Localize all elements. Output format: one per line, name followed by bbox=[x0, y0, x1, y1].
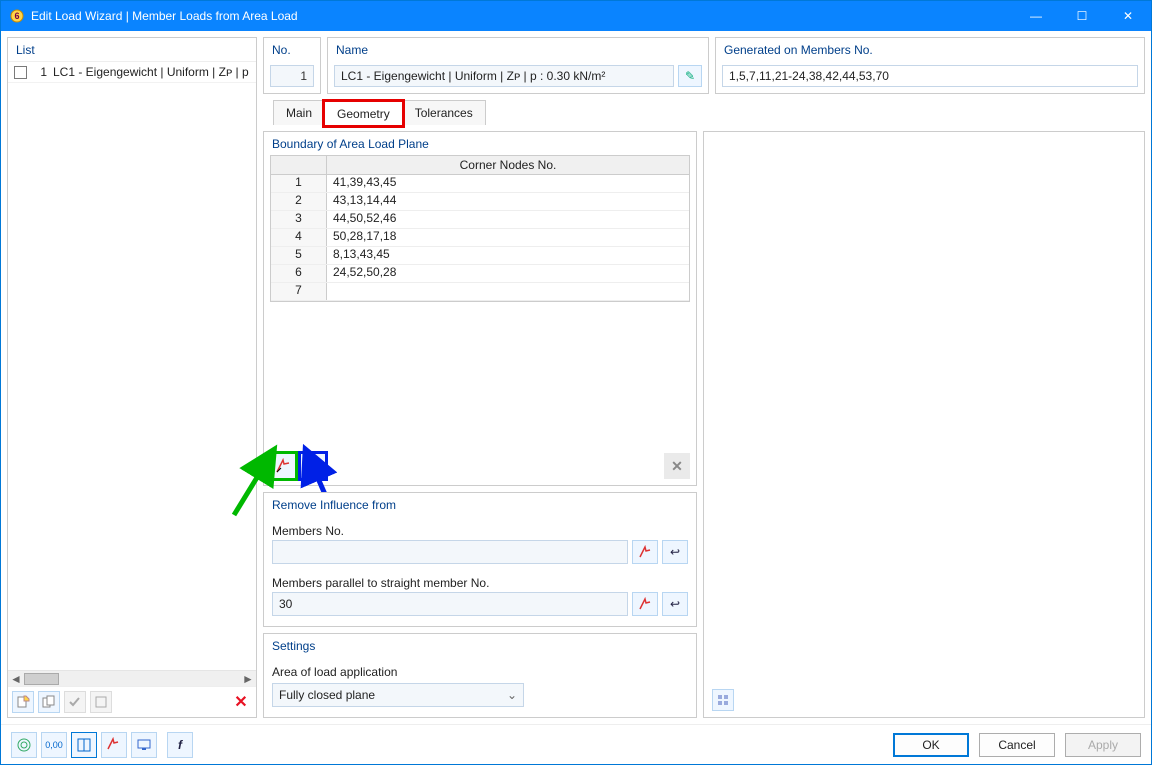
boundary-header: Boundary of Area Load Plane bbox=[264, 132, 696, 155]
list-item-label: LC1 - Eigengewicht | Uniform | Zᴘ | p : … bbox=[53, 65, 250, 79]
generated-panel: Generated on Members No. 1,5,7,11,21-24,… bbox=[715, 37, 1145, 94]
copy-item-button[interactable] bbox=[38, 691, 60, 713]
name-header: Name bbox=[328, 38, 708, 61]
list-item[interactable]: 1 LC1 - Eigengewicht | Uniform | Zᴘ | p … bbox=[8, 62, 256, 83]
select-members-button[interactable] bbox=[101, 732, 127, 758]
list-header: List bbox=[8, 38, 256, 61]
boundary-toolbar: ✕ bbox=[270, 453, 690, 479]
tab-main[interactable]: Main bbox=[273, 100, 325, 125]
boundary-panel: Boundary of Area Load Plane Corner Nodes… bbox=[263, 131, 697, 486]
maximize-button[interactable]: ☐ bbox=[1059, 1, 1105, 31]
dialog-window: 6 Edit Load Wizard | Member Loads from A… bbox=[0, 0, 1152, 765]
table-row: 450,28,17,18 bbox=[271, 229, 689, 247]
remove-influence-panel: Remove Influence from Members No. ↩ Memb… bbox=[263, 492, 697, 627]
reset-members-button[interactable]: ↩ bbox=[662, 540, 688, 564]
check-all-button[interactable] bbox=[64, 691, 86, 713]
remove-header: Remove Influence from bbox=[264, 493, 696, 516]
generated-value[interactable]: 1,5,7,11,21-24,38,42,44,53,70 bbox=[722, 65, 1138, 87]
scroll-thumb[interactable] bbox=[24, 673, 59, 685]
table-row: 344,50,52,46 bbox=[271, 211, 689, 229]
scroll-left-icon[interactable]: ◄ bbox=[8, 672, 24, 686]
content-area: List 1 LC1 - Eigengewicht | Uniform | Zᴘ… bbox=[1, 31, 1151, 724]
app-icon: 6 bbox=[9, 8, 25, 24]
list-item-checkbox[interactable] bbox=[14, 66, 27, 79]
tab-geometry[interactable]: Geometry bbox=[324, 101, 403, 126]
tabs: Main Geometry Tolerances bbox=[263, 100, 1145, 125]
list-panel: List 1 LC1 - Eigengewicht | Uniform | Zᴘ… bbox=[7, 37, 257, 718]
table-row: 624,52,50,28 bbox=[271, 265, 689, 283]
dialog-footer: 0,00 f OK Cancel Apply bbox=[1, 724, 1151, 764]
settings-header: Settings bbox=[264, 634, 696, 657]
pick-members-button[interactable] bbox=[632, 540, 658, 564]
generated-header: Generated on Members No. bbox=[716, 38, 1144, 61]
pick-in-view-button[interactable] bbox=[270, 453, 296, 479]
grid-column-header: Corner Nodes No. bbox=[327, 156, 689, 174]
clear-boundary-button[interactable]: ✕ bbox=[664, 453, 690, 479]
delete-item-button[interactable]: ✕ bbox=[230, 691, 252, 713]
header-row: No. 1 Name LC1 - Eigengewicht | Uniform … bbox=[263, 37, 1145, 94]
center-column: No. 1 Name LC1 - Eigengewicht | Uniform … bbox=[263, 37, 1145, 718]
name-input[interactable]: LC1 - Eigengewicht | Uniform | Zᴘ | p : … bbox=[334, 65, 674, 87]
corner-nodes-grid[interactable]: Corner Nodes No. 141,39,43,45 243,13,14,… bbox=[270, 155, 690, 302]
list-toolbar: ✕ bbox=[8, 686, 256, 717]
scroll-right-icon[interactable]: ► bbox=[240, 672, 256, 686]
ok-button[interactable]: OK bbox=[893, 733, 969, 757]
name-panel: Name LC1 - Eigengewicht | Uniform | Zᴘ |… bbox=[327, 37, 709, 94]
parallel-label: Members parallel to straight member No. bbox=[272, 576, 688, 590]
new-item-button[interactable] bbox=[12, 691, 34, 713]
cancel-button[interactable]: Cancel bbox=[979, 733, 1055, 757]
horizontal-scrollbar[interactable]: ◄ ► bbox=[8, 670, 256, 686]
view-mode-button[interactable] bbox=[71, 732, 97, 758]
no-header: No. bbox=[264, 38, 320, 61]
table-row: 58,13,43,45 bbox=[271, 247, 689, 265]
svg-text:6: 6 bbox=[14, 11, 19, 21]
titlebar: 6 Edit Load Wizard | Member Loads from A… bbox=[1, 1, 1151, 31]
preview-settings-button[interactable] bbox=[712, 689, 734, 711]
members-no-input[interactable] bbox=[272, 540, 628, 564]
uncheck-all-button[interactable] bbox=[90, 691, 112, 713]
table-row: 243,13,14,44 bbox=[271, 193, 689, 211]
mid-main: Boundary of Area Load Plane Corner Nodes… bbox=[263, 131, 697, 718]
window-title: Edit Load Wizard | Member Loads from Are… bbox=[31, 9, 1013, 23]
reset-parallel-button[interactable]: ↩ bbox=[662, 592, 688, 616]
settings-panel: Settings Area of load application Fully … bbox=[263, 633, 697, 718]
no-value[interactable]: 1 bbox=[270, 65, 314, 87]
help-button[interactable] bbox=[11, 732, 37, 758]
area-label: Area of load application bbox=[272, 665, 688, 679]
table-row: 141,39,43,45 bbox=[271, 175, 689, 193]
preview-panel bbox=[703, 131, 1145, 718]
members-no-label: Members No. bbox=[272, 524, 688, 538]
mid-row: Boundary of Area Load Plane Corner Nodes… bbox=[263, 131, 1145, 718]
display-button[interactable] bbox=[131, 732, 157, 758]
no-panel: No. 1 bbox=[263, 37, 321, 94]
area-select[interactable]: Fully closed plane ⌄ bbox=[272, 683, 524, 707]
area-select-value: Fully closed plane bbox=[279, 688, 375, 702]
table-row: 7 bbox=[271, 283, 689, 301]
list-area: 1 LC1 - Eigengewicht | Uniform | Zᴘ | p … bbox=[8, 61, 256, 670]
apply-button[interactable]: Apply bbox=[1065, 733, 1141, 757]
chevron-down-icon: ⌄ bbox=[507, 688, 517, 702]
units-button[interactable]: 0,00 bbox=[41, 732, 67, 758]
function-button[interactable]: f bbox=[167, 732, 193, 758]
edit-name-button[interactable]: ✎ bbox=[678, 65, 702, 87]
parallel-input[interactable]: 30 bbox=[272, 592, 628, 616]
list-item-index: 1 bbox=[33, 65, 47, 79]
minimize-button[interactable]: — bbox=[1013, 1, 1059, 31]
pick-parallel-button[interactable] bbox=[632, 592, 658, 616]
tab-tolerances[interactable]: Tolerances bbox=[402, 100, 486, 125]
close-window-button[interactable]: ✕ bbox=[1105, 1, 1151, 31]
copy-from-button[interactable] bbox=[300, 453, 326, 479]
